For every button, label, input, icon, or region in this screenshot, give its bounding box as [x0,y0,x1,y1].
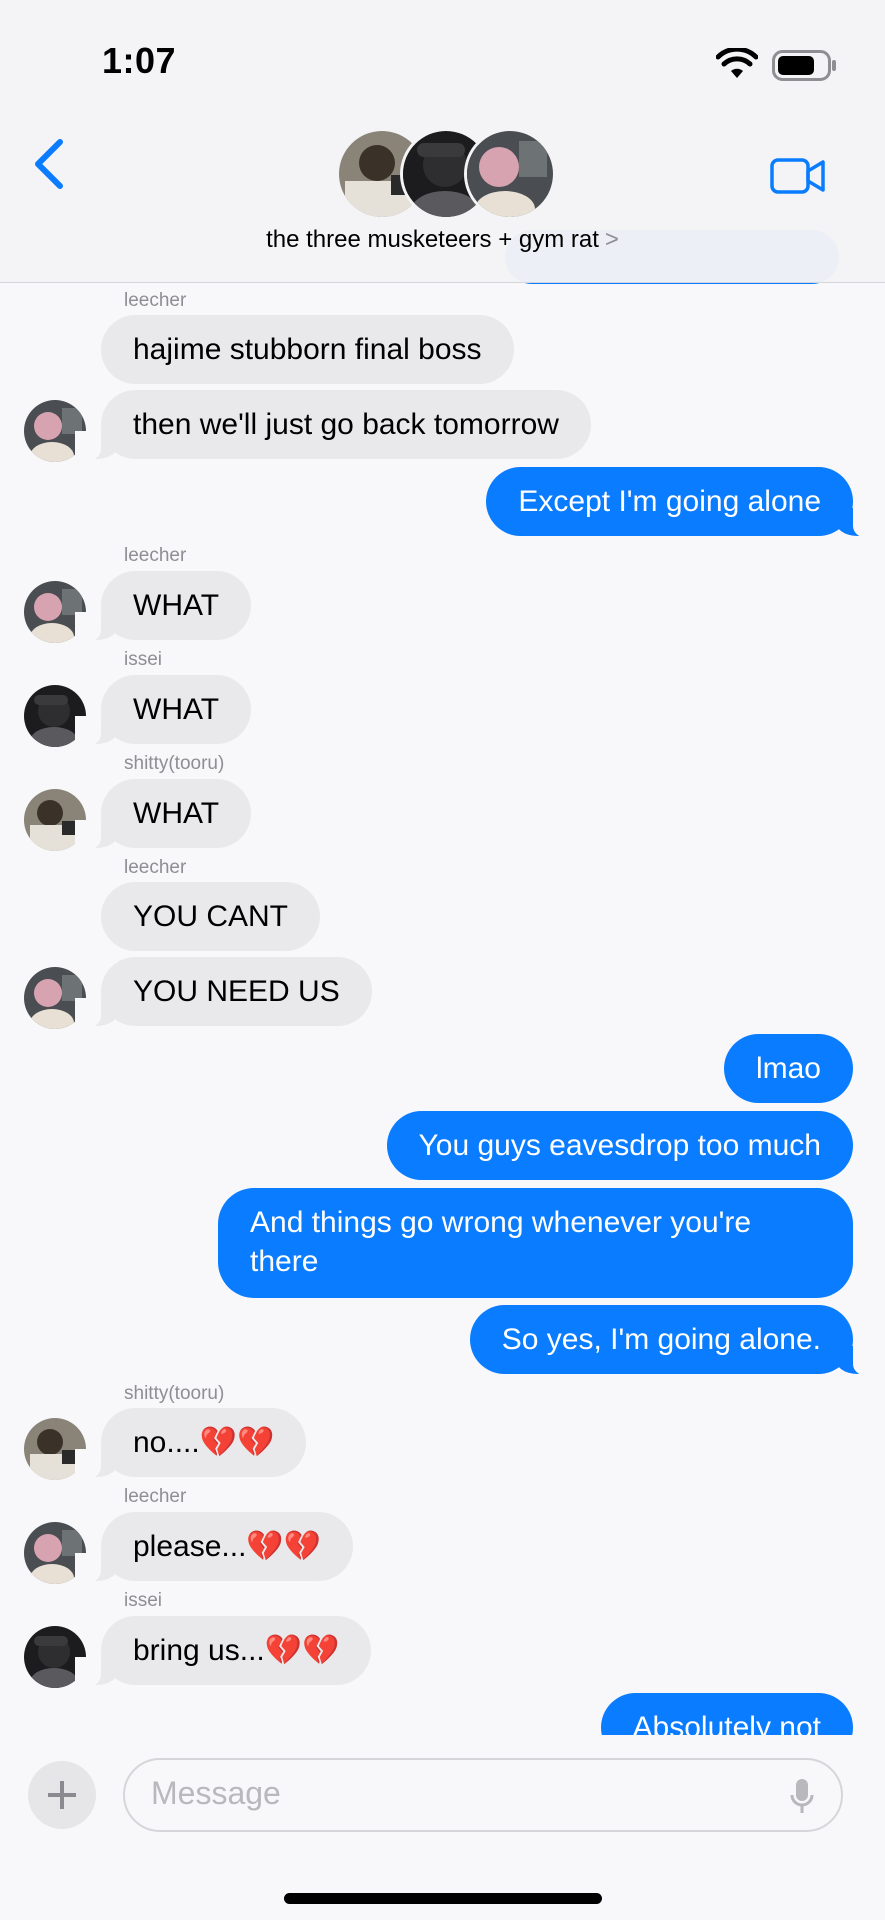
message-bubble-incoming[interactable]: no....💔💔 [74,1408,307,1479]
message-bubble-incoming[interactable]: YOU NEED US [75,957,372,1028]
group-name: the three musketeers + gym rat [266,226,599,253]
sender-name: issei [124,1590,163,1611]
sender-name: leecher [124,545,187,566]
message-bubble-incoming[interactable]: WHAT [74,779,252,850]
message-bubble-incoming[interactable]: WHAT [74,675,252,746]
message-bubble-outgoing-multiline[interactable]: And things go wrong whenever you're ther… [218,1188,853,1298]
message-bubble-outgoing[interactable]: You guys eavesdrop too much [386,1111,853,1180]
group-avatar-3 [464,128,556,220]
back-chevron-icon[interactable] [30,138,66,190]
status-time: 1:07 [102,40,177,81]
message-line: And things go wrong whenever you're [250,1206,752,1239]
message-bubble-outgoing[interactable]: lmao [723,1034,853,1103]
wifi-icon [716,48,758,78]
message-bubble-outgoing[interactable]: Except I'm going alone [486,467,879,538]
sender-name: leecher [124,1486,187,1507]
group-avatars[interactable] [336,128,556,220]
message-bubble-incoming[interactable]: YOU CANT [101,882,321,951]
message-list[interactable]: leecher hajime stubborn final boss then … [0,0,885,1920]
message-field[interactable] [123,1758,843,1832]
microphone-icon[interactable] [789,1777,815,1817]
video-call-icon[interactable] [770,158,826,194]
message-bubble-incoming[interactable]: bring us...💔💔 [74,1616,372,1687]
message-bubble-incoming[interactable]: hajime stubborn final boss [101,315,514,384]
conversation-header: 1:07 the three musketeers + gym rat > [0,0,885,283]
plus-icon[interactable] [28,1761,96,1829]
sender-name: leecher [124,857,187,878]
message-bubble-incoming[interactable]: WHAT [74,571,252,642]
composer-bar [0,1735,885,1920]
message-bubble-incoming[interactable]: then we'll just go back tomorrow [75,390,591,461]
home-indicator[interactable] [284,1893,602,1904]
message-bubble-incoming[interactable]: please...💔💔 [74,1512,354,1583]
battery-icon [772,50,836,81]
sender-name: leecher [124,290,187,311]
chevron-right-icon: > [604,226,619,253]
sender-name: shitty(tooru) [124,753,225,774]
message-input[interactable] [149,1774,753,1813]
message-line: there [250,1245,319,1278]
sender-name: issei [124,649,163,670]
message-bubble-outgoing[interactable]: So yes, I'm going alone. [469,1305,880,1376]
sender-name: shitty(tooru) [124,1383,225,1404]
conversation-title[interactable]: the three musketeers + gym rat > [0,226,885,254]
